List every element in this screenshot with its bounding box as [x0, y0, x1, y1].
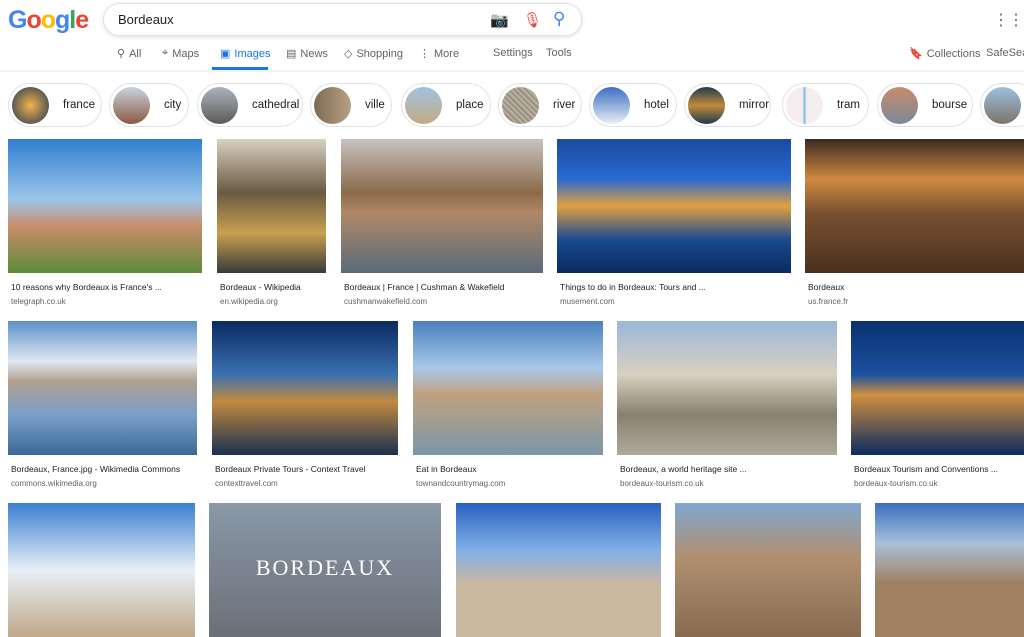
tag-icon: ◇ [344, 48, 353, 60]
chip-thumbnail [405, 86, 442, 124]
map-pin-icon: ⌖ [162, 47, 169, 59]
result-image[interactable] [557, 139, 791, 273]
result-source: us.france.fr [808, 297, 849, 306]
chip-thumbnail [593, 86, 630, 124]
image-result[interactable]: Bordeaux, France.jpg - Wikimedia Commons… [8, 321, 197, 488]
safesearch-link[interactable]: SafeSear [986, 47, 1024, 59]
image-result[interactable]: Things to do in Bordeaux: Tours and ... m… [557, 139, 791, 306]
result-source: bordeaux-tourism.co.uk [620, 479, 704, 488]
result-source: cushmanwakefield.com [344, 297, 428, 306]
chip-france[interactable]: france [8, 83, 102, 127]
result-image[interactable] [456, 503, 661, 637]
search-input[interactable]: Bordeaux [118, 12, 174, 27]
header-divider [0, 70, 1024, 72]
image-result[interactable]: Bordeaux, a world heritage site ... borde… [617, 321, 837, 488]
tab-news[interactable]: ▤ News [286, 47, 328, 61]
camera-icon[interactable]: 📷 [490, 11, 509, 29]
image-icon: ▣ [220, 48, 231, 60]
chip-bourse[interactable]: bourse [877, 83, 973, 127]
tab-all[interactable]: ⚲ All [117, 47, 141, 61]
result-image[interactable] [212, 321, 398, 455]
microphone-icon[interactable]: 🎙 [523, 11, 542, 29]
tools-link[interactable]: Tools [546, 47, 572, 59]
image-result[interactable] [456, 503, 661, 637]
chip-hotel[interactable]: hotel [589, 83, 677, 127]
result-image[interactable] [617, 321, 837, 455]
more-vert-icon: ⋮ [419, 48, 430, 60]
result-image[interactable] [413, 321, 603, 455]
bookmark-icon: 🔖 [909, 48, 923, 60]
result-source: bordeaux-tourism.co.uk [854, 479, 938, 488]
search-icon[interactable]: ⚲ [553, 9, 565, 29]
tab-maps[interactable]: ⌖ Maps [162, 47, 199, 60]
result-image[interactable]: BORDEAUX [209, 503, 441, 637]
chip-river[interactable]: river [498, 83, 582, 127]
chip-thumbnail [201, 86, 238, 124]
news-icon: ▤ [286, 48, 297, 60]
result-source: commons.wikimedia.org [11, 479, 97, 488]
chip-thumbnail [502, 86, 539, 124]
result-image[interactable] [8, 503, 195, 637]
tab-images[interactable]: ▣ Images [220, 47, 270, 61]
image-result[interactable]: Bordeaux us.france.fr [805, 139, 1024, 306]
result-source: en.wikipedia.org [220, 297, 278, 306]
image-result[interactable]: Bordeaux Tourism and Conventions ... bord… [851, 321, 1024, 488]
google-logo[interactable]: Google [8, 6, 89, 35]
result-image[interactable] [8, 139, 202, 273]
result-source: contexttravel.com [215, 479, 278, 488]
collections-link[interactable]: 🔖 Collections [909, 47, 981, 61]
result-image[interactable] [805, 139, 1024, 273]
image-result[interactable]: BORDEAUX [209, 503, 441, 637]
tab-shopping[interactable]: ◇ Shopping [344, 47, 403, 61]
result-title[interactable]: Bordeaux, a world heritage site ... [617, 464, 837, 474]
search-box[interactable]: Bordeaux 📷 🎙 ⚲ [103, 3, 582, 36]
result-image[interactable] [341, 139, 543, 273]
result-source: telegraph.co.uk [11, 297, 66, 306]
chip-thumbnail [314, 86, 351, 124]
result-title[interactable]: Bordeaux, France.jpg - Wikimedia Commons [8, 464, 197, 474]
chip-thumbnail [786, 86, 823, 124]
image-overlay-text: BORDEAUX [255, 555, 395, 580]
result-title[interactable]: Things to do in Bordeaux: Tours and ... [557, 282, 791, 292]
image-result[interactable]: 10 reasons why Bordeaux is France's ... t… [8, 139, 202, 306]
result-source: musement.com [560, 297, 615, 306]
result-source: townandcountrymag.com [416, 479, 506, 488]
search-icon: ⚲ [117, 48, 126, 60]
result-image[interactable] [217, 139, 326, 273]
image-result[interactable]: Bordeaux | France | Cushman & Wakefield c… [341, 139, 543, 306]
chip-place[interactable]: place [401, 83, 491, 127]
result-image[interactable] [875, 503, 1024, 637]
chip-tram[interactable]: tram [782, 83, 869, 127]
result-image[interactable] [8, 321, 197, 455]
apps-grid-icon[interactable]: ⋮⋮⋮ [993, 10, 1024, 30]
chip-thumbnail [984, 86, 1021, 124]
result-image[interactable] [675, 503, 861, 637]
chip-city[interactable]: city [109, 83, 189, 127]
result-title[interactable]: Bordeaux - Wikipedia [217, 282, 326, 292]
result-title[interactable]: Bordeaux Tourism and Conventions ... [851, 464, 1024, 474]
result-image[interactable] [851, 321, 1024, 455]
image-result[interactable] [675, 503, 861, 637]
tab-more[interactable]: ⋮ More [419, 47, 459, 61]
chip-cathedral[interactable]: cathedral [197, 83, 303, 127]
result-title[interactable]: Bordeaux [805, 282, 1024, 292]
chip-ville[interactable]: ville [310, 83, 392, 127]
settings-link[interactable]: Settings [493, 47, 533, 59]
chip-mirror[interactable]: mirror [684, 83, 771, 127]
image-result[interactable]: Bordeaux Private Tours - Context Travel c… [212, 321, 398, 488]
result-title[interactable]: 10 reasons why Bordeaux is France's ... [8, 282, 202, 292]
result-title[interactable]: Eat in Bordeaux [413, 464, 603, 474]
result-title[interactable]: Bordeaux | France | Cushman & Wakefield [341, 282, 543, 292]
chip-thumbnail [881, 86, 918, 124]
chip-thumbnail [12, 86, 49, 124]
result-title[interactable]: Bordeaux Private Tours - Context Travel [212, 464, 398, 474]
image-result[interactable]: Eat in Bordeaux townandcountrymag.com [413, 321, 603, 488]
image-result[interactable] [875, 503, 1024, 637]
image-result[interactable] [8, 503, 195, 637]
chip-more[interactable] [980, 83, 1024, 127]
image-result[interactable]: Bordeaux - Wikipedia en.wikipedia.org [217, 139, 326, 306]
chip-thumbnail [113, 86, 150, 124]
chip-thumbnail [688, 86, 725, 124]
